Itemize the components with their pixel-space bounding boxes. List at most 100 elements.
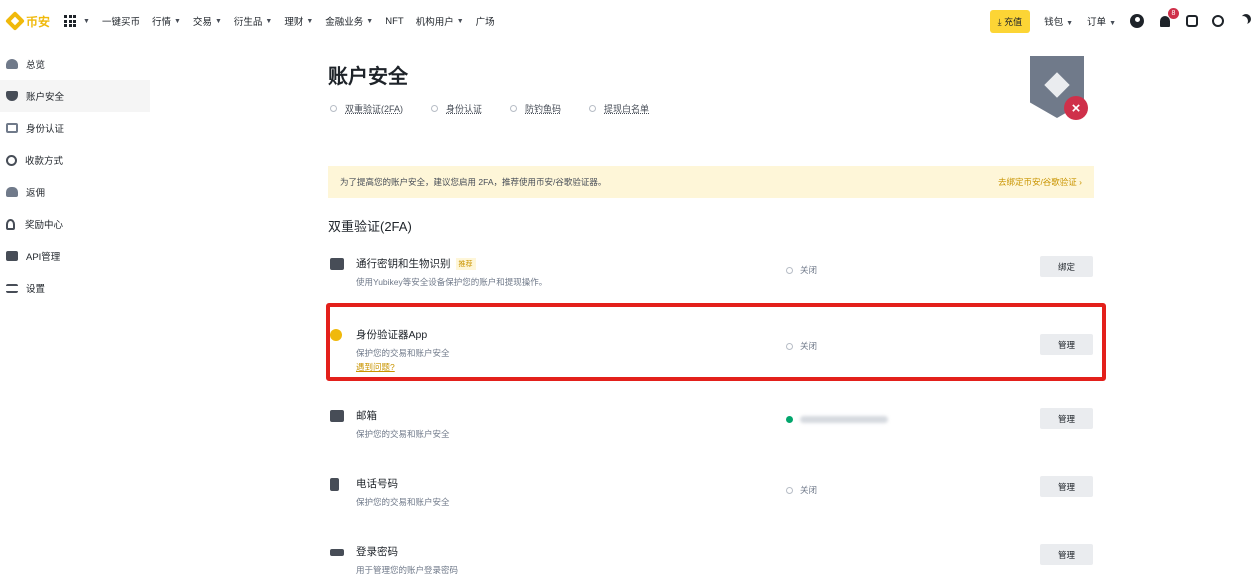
shield-icon — [6, 91, 18, 101]
row-description: 保护您的交易和账户安全 — [356, 348, 450, 358]
row-description: 保护您的交易和账户安全 — [356, 429, 450, 439]
step-status-icon — [510, 105, 518, 112]
manage-button[interactable]: 管理 — [1040, 544, 1093, 565]
row-status: 关闭 — [786, 264, 817, 276]
binance-logo[interactable]: 币安 — [5, 11, 51, 31]
sidebar-item-label: 总览 — [26, 60, 46, 71]
nav-institutional[interactable]: 机构用户 ▼ — [416, 14, 464, 28]
sidebar-item-security[interactable]: 账户安全 — [0, 80, 150, 112]
sidebar-item-identification[interactable]: 身份认证 — [0, 112, 150, 144]
status-label: 关闭 — [800, 265, 818, 275]
banner-text: 为了提高您的账户安全，建议您启用 2FA，推荐使用币安/谷歌验证器。 — [340, 177, 607, 187]
step-label: 提现白名单 — [604, 104, 650, 114]
logo-text: 币安 — [26, 14, 51, 29]
nav-label: 衍生品 — [233, 17, 263, 28]
language-globe-icon[interactable] — [1212, 15, 1224, 27]
chevron-down-icon: ▼ — [1109, 20, 1116, 27]
invite-icon — [6, 187, 18, 197]
sidebar-item-settings[interactable]: 设置 — [0, 272, 150, 304]
nav-nft[interactable]: NFT — [385, 16, 403, 27]
sidebar-item-overview[interactable]: 总览 — [0, 48, 150, 80]
authenticator-app-icon — [330, 329, 342, 341]
wallet-menu[interactable]: 钱包 ▼ — [1044, 14, 1073, 28]
row-description: 使用Yubikey等安全设备保护您的账户和提现操作。 — [356, 277, 548, 287]
sidebar-item-api[interactable]: API管理 — [0, 240, 150, 272]
step-2fa[interactable]: 双重验证(2FA) — [330, 102, 403, 115]
sidebar-item-label: 返佣 — [26, 188, 46, 199]
row-email: 邮箱 保护您的交易和账户安全 管理 — [328, 404, 1094, 464]
sidebar-item-payment[interactable]: 收款方式 — [0, 144, 150, 176]
nav-buy-crypto[interactable]: 一键买币 — [102, 14, 140, 28]
deposit-button[interactable]: ⤓ 充值 — [989, 9, 1031, 33]
row-title-text: 身份验证器App — [356, 329, 428, 341]
nav-derivatives[interactable]: 衍生品 ▼ — [234, 14, 272, 28]
help-link[interactable]: 遇到问题? — [356, 361, 395, 373]
top-right-actions: ⤓ 充值 钱包 ▼ 订单 ▼ 8 — [989, 0, 1248, 42]
apps-menu[interactable]: ▼ — [64, 15, 90, 27]
settings-icon — [6, 283, 18, 293]
nav-earn[interactable]: 理财 ▼ — [284, 14, 313, 28]
top-navbar: 币安 ▼ 一键买币 行情 ▼ 交易 ▼ 衍生品 ▼ 理财 ▼ 金融业务 ▼ NFT 机构用… — [0, 0, 1258, 42]
manage-button[interactable]: 管理 — [1040, 476, 1093, 497]
row-title: 登录密码 — [356, 544, 398, 559]
step-withdraw-whitelist[interactable]: 提现白名单 — [589, 102, 649, 115]
section-title-2fa: 双重验证(2FA) — [328, 219, 412, 234]
theme-toggle-icon[interactable] — [1238, 16, 1248, 26]
row-description: 用于管理您的账户登录密码 — [356, 565, 459, 575]
bind-button[interactable]: 绑定 — [1040, 256, 1093, 277]
sidebar-item-label: API管理 — [26, 252, 61, 263]
row-phone: 电话号码 保护您的交易和账户安全 关闭 管理 — [328, 472, 1094, 532]
chevron-down-icon: ▼ — [1066, 20, 1074, 27]
orders-menu[interactable]: 订单 ▼ — [1087, 14, 1116, 28]
status-off-icon — [786, 266, 793, 274]
row-authenticator-app: 身份验证器App 保护您的交易和账户安全 遇到问题? 关闭 管理 — [328, 323, 1094, 383]
chevron-down-icon: ▼ — [173, 17, 181, 25]
nav-markets[interactable]: 行情 ▼ — [152, 14, 181, 28]
chevron-down-icon: ▼ — [83, 17, 90, 25]
step-status-icon — [589, 105, 597, 112]
chevron-down-icon: ▼ — [265, 17, 273, 25]
nav-trade[interactable]: 交易 ▼ — [193, 14, 222, 28]
status-label: 关闭 — [800, 341, 818, 351]
reward-icon — [6, 218, 15, 230]
nav-finance[interactable]: 金融业务 ▼ — [325, 14, 373, 28]
security-shield-illustration: × — [1030, 56, 1090, 122]
manage-button[interactable]: 管理 — [1040, 408, 1093, 429]
row-title: 邮箱 — [356, 408, 377, 423]
manage-button[interactable]: 管理 — [1040, 334, 1093, 355]
step-status-icon — [330, 105, 337, 112]
passkey-icon — [330, 258, 344, 270]
nav-label: 金融业务 — [325, 17, 364, 28]
banner-link[interactable]: 去绑定币安/谷歌验证 › — [998, 176, 1082, 188]
row-status: 关闭 — [786, 340, 817, 352]
status-on-icon — [786, 416, 793, 423]
security-steps: 双重验证(2FA) 身份认证 防钓鱼码 提现白名单 — [330, 102, 677, 115]
nav-label: 行情 — [151, 17, 171, 28]
row-title-text: 电话号码 — [356, 478, 398, 490]
sidebar-item-label: 账户安全 — [26, 92, 65, 103]
id-card-icon — [6, 123, 18, 133]
row-status: 关闭 — [786, 484, 817, 496]
status-off-icon — [786, 342, 793, 350]
phone-icon — [330, 478, 339, 491]
notifications-button[interactable]: 8 — [1158, 8, 1179, 28]
sidebar-item-label: 收款方式 — [25, 156, 64, 167]
row-login-password: 登录密码 用于管理您的账户登录密码 管理 — [328, 540, 1094, 588]
status-label: 关闭 — [800, 485, 818, 495]
wallet-label: 钱包 — [1044, 17, 1064, 28]
user-profile-icon[interactable] — [1130, 14, 1144, 28]
nav-square[interactable]: 广场 — [476, 14, 495, 28]
person-icon — [6, 59, 18, 69]
row-title: 身份验证器App — [356, 327, 427, 342]
nav-label: 交易 — [192, 17, 212, 28]
chevron-down-icon: ▼ — [306, 17, 314, 25]
sidebar-item-referral[interactable]: 返佣 — [0, 176, 150, 208]
row-title-text: 登录密码 — [356, 546, 398, 558]
sidebar-item-rewards[interactable]: 奖励中心 — [0, 208, 150, 240]
step-anti-phishing[interactable]: 防钓鱼码 — [510, 102, 561, 115]
deposit-label: 充值 — [1004, 16, 1023, 27]
row-title-text: 邮箱 — [356, 410, 377, 422]
download-qr-icon[interactable] — [1186, 15, 1198, 27]
step-identity[interactable]: 身份认证 — [431, 102, 482, 115]
sidebar-item-label: 奖励中心 — [25, 220, 64, 231]
